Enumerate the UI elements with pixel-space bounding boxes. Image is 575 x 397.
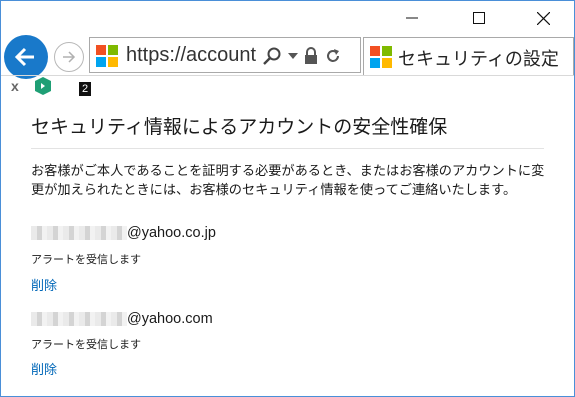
- dropdown-arrow-icon[interactable]: [288, 51, 298, 61]
- redacted-email-user: [31, 225, 127, 240]
- address-bar[interactable]: https://account.l: [89, 37, 361, 73]
- redacted-email-user: [31, 311, 127, 326]
- close-icon: [536, 11, 550, 25]
- extension-badge: 2: [79, 82, 91, 96]
- tab-title: セキュリティの設定: [398, 49, 559, 70]
- microsoft-logo-icon: [370, 46, 392, 68]
- refresh-icon[interactable]: [324, 47, 342, 65]
- email-domain: @yahoo.com: [127, 310, 213, 327]
- title-bar: [1, 1, 574, 37]
- divider: [31, 148, 544, 149]
- maximize-icon: [473, 12, 485, 24]
- delete-link[interactable]: 削除: [31, 275, 57, 294]
- url-text[interactable]: https://account.l: [126, 44, 256, 67]
- page-title: セキュリティ情報によるアカウントの安全性確保: [31, 116, 448, 138]
- alert-status: アラートを受信します: [31, 253, 141, 266]
- navigation-bar: https://account.l セキュリティの設定: [1, 35, 574, 79]
- search-icon[interactable]: [262, 46, 282, 66]
- minimize-icon: [406, 17, 418, 19]
- browser-window: https://account.l セキュリティの設定 x 2 セキュリティ情報…: [0, 0, 575, 397]
- delete-link[interactable]: 削除: [31, 359, 57, 378]
- email-domain: @yahoo.co.jp: [127, 224, 216, 241]
- alert-status: アラートを受信します: [31, 338, 141, 351]
- maximize-button[interactable]: [456, 1, 502, 35]
- favorites-bar: x 2: [1, 75, 574, 97]
- back-button[interactable]: [4, 35, 48, 79]
- forward-button[interactable]: [54, 42, 84, 72]
- security-email-item: @yahoo.co.jp: [31, 222, 216, 242]
- tab-security-settings[interactable]: セキュリティの設定: [363, 37, 574, 75]
- page-content: セキュリティ情報によるアカウントの安全性確保 お客様がご本人であることを証明する…: [1, 98, 574, 396]
- back-arrow-icon: [14, 47, 34, 67]
- favorites-close-icon[interactable]: x: [11, 78, 19, 94]
- close-window-button[interactable]: [520, 1, 566, 35]
- extension-icon[interactable]: 2: [35, 77, 91, 97]
- security-email-item: @yahoo.com: [31, 308, 213, 328]
- microsoft-logo-icon: [96, 45, 118, 67]
- lock-icon[interactable]: [304, 47, 318, 65]
- minimize-button[interactable]: [389, 1, 435, 35]
- page-description: お客様がご本人であることを証明する必要があるとき、またはお客様のアカウントに変更…: [31, 164, 545, 198]
- forward-arrow-icon: [63, 51, 76, 63]
